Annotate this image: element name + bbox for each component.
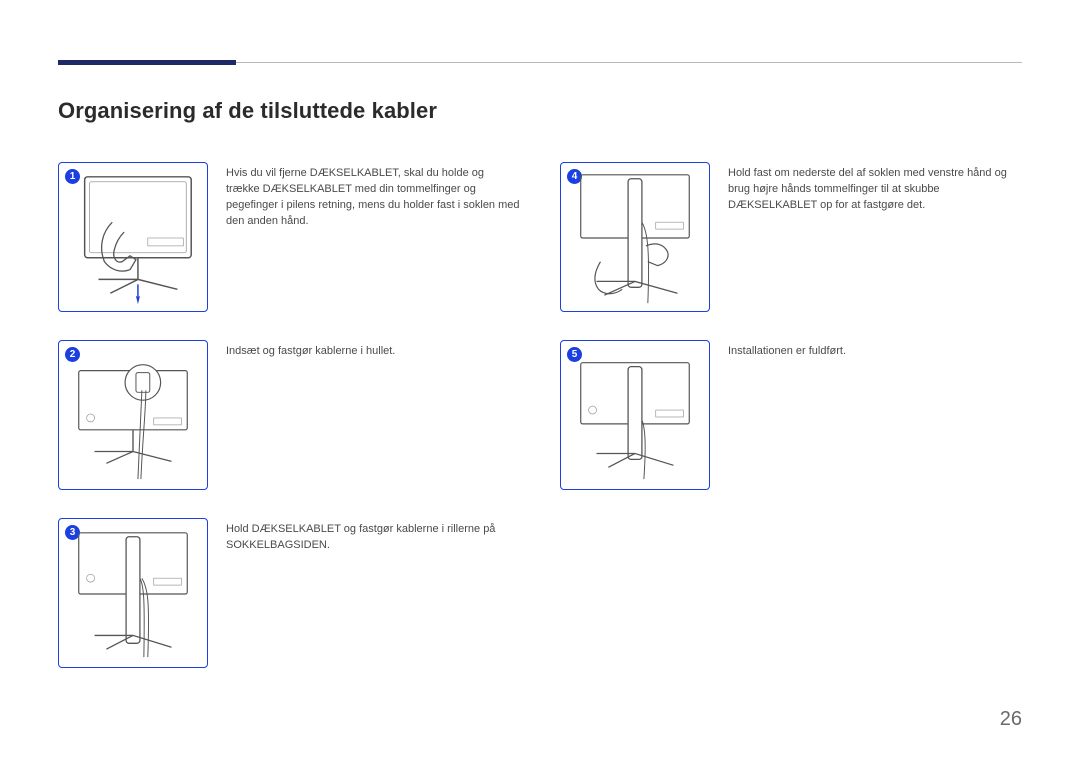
right-column: 4 Hold fast om nederste del af soklen me…	[560, 162, 1022, 668]
illustration-insert-cables	[59, 341, 207, 489]
step-text-1: Hvis du vil fjerne DÆKSELKABLET, skal du…	[226, 162, 520, 230]
illustration-push-cover	[561, 163, 709, 311]
step-4: 4 Hold fast om nederste del af soklen me…	[560, 162, 1022, 312]
step-1: 1 Hvis du vil fjerne DÆKSELKABLET, skal …	[58, 162, 520, 312]
step-text-2: Indsæt og fastgør kablerne i hullet.	[226, 340, 520, 360]
step-3: 3 Hold DÆKSELKABLET og fastgør kablerne …	[58, 518, 520, 668]
illustration-complete	[561, 341, 709, 489]
figure-5: 5	[560, 340, 710, 490]
page-title: Organisering af de tilsluttede kabler	[58, 98, 437, 124]
step-text-4: Hold fast om nederste del af soklen med …	[728, 162, 1022, 214]
content-columns: 1 Hvis du vil fjerne DÆKSELKABLET, skal …	[58, 162, 1022, 668]
illustration-remove-cover	[59, 163, 207, 311]
figure-4: 4	[560, 162, 710, 312]
figure-2: 2	[58, 340, 208, 490]
illustration-hold-cover	[59, 519, 207, 667]
figure-3: 3	[58, 518, 208, 668]
step-text-5: Installationen er fuldført.	[728, 340, 1022, 360]
step-2: 2 Indsæt og fastgør kablerne i hullet.	[58, 340, 520, 490]
header-accent	[58, 60, 236, 65]
left-column: 1 Hvis du vil fjerne DÆKSELKABLET, skal …	[58, 162, 520, 668]
step-text-3: Hold DÆKSELKABLET og fastgør kablerne i …	[226, 518, 520, 554]
step-5: 5 Installationen er fuldført.	[560, 340, 1022, 490]
figure-1: 1	[58, 162, 208, 312]
page-number: 26	[1000, 708, 1022, 731]
